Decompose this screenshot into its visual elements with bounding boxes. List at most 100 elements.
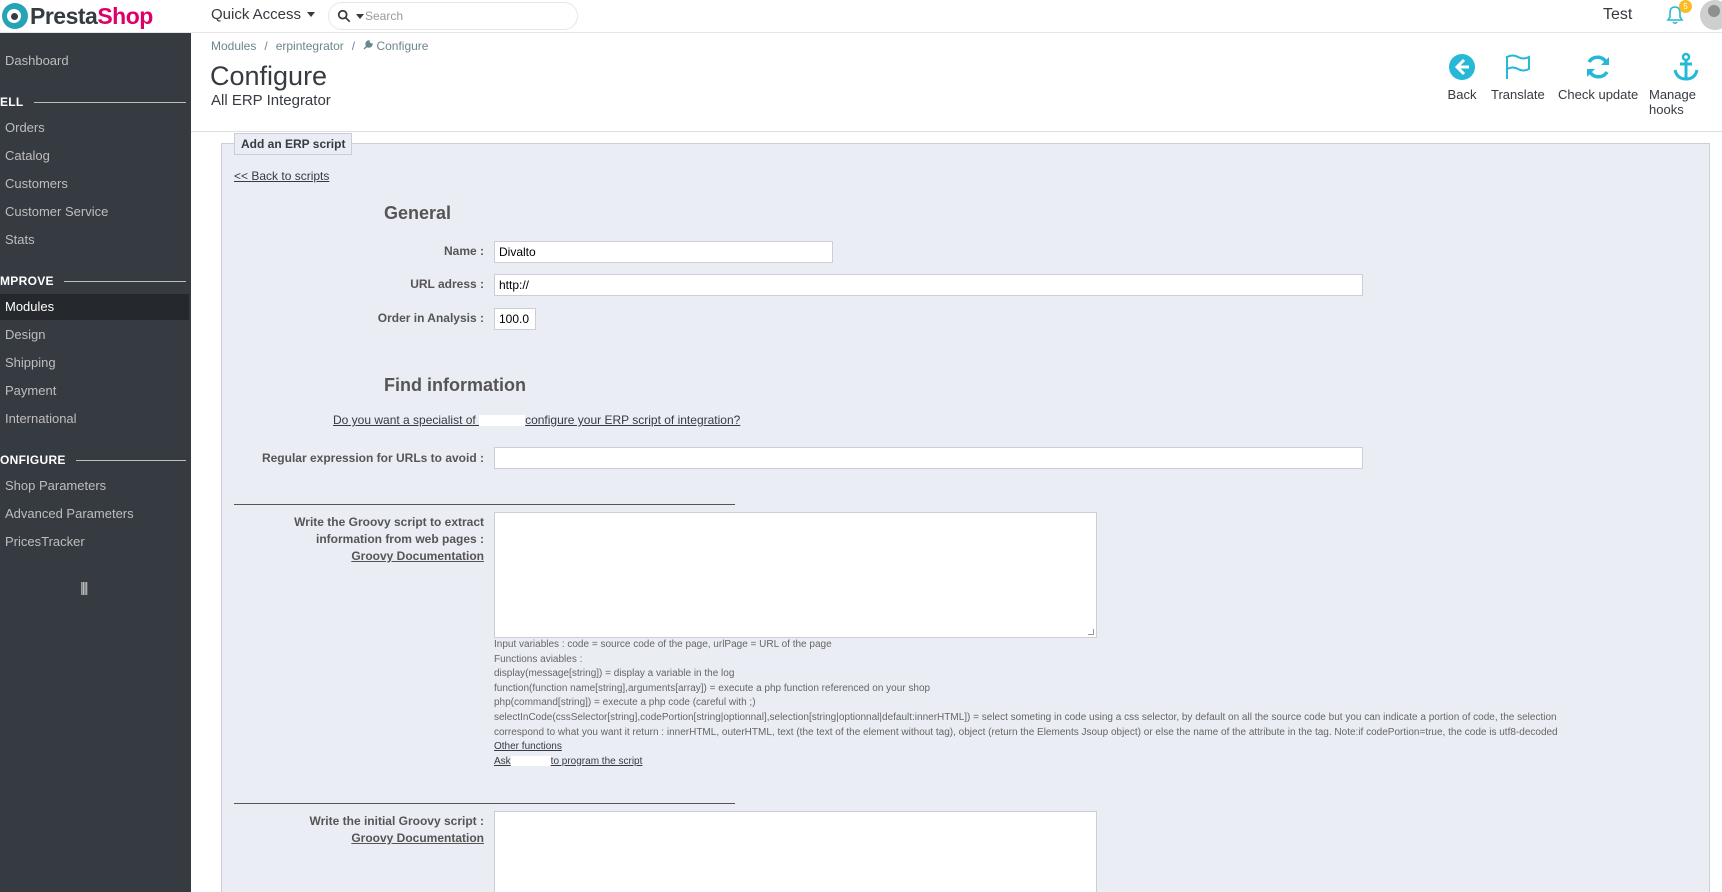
logo-text: PrestaShop [30, 3, 153, 30]
divider [191, 131, 1722, 132]
sidebar-item-modules[interactable]: Modules [0, 294, 189, 320]
check-update-button[interactable]: Check update [1558, 52, 1638, 102]
sidebar-item-design[interactable]: Design [0, 322, 189, 348]
search-input[interactable] [365, 9, 555, 23]
sidebar-item-advanced-parameters[interactable]: Advanced Parameters [0, 501, 189, 527]
ask-link-text: Ask [494, 755, 511, 767]
prestashop-logo[interactable]: PrestaShop [0, 2, 153, 30]
ask-specialist-link[interactable]: Ask to program the script [494, 755, 1694, 770]
sidebar-section-label: ELL [0, 95, 24, 109]
sidebar-item-catalog[interactable]: Catalog [0, 143, 189, 169]
initial-script-label: Write the initial Groovy script : Groovy… [234, 813, 484, 847]
divider [75, 459, 186, 461]
refresh-icon [1587, 55, 1610, 79]
chevron-down-icon [356, 13, 364, 19]
divider [33, 101, 186, 103]
breadcrumb-item-module[interactable]: erpintegrator [276, 39, 344, 53]
help-line: correspond to what you want it return : … [494, 726, 1558, 738]
sidebar-item-payment[interactable]: Payment [0, 378, 189, 404]
sidebar-section-label: MPROVE [0, 274, 54, 288]
general-section-title: General [384, 203, 452, 223]
redacted-text [510, 756, 551, 767]
notification-count-badge: 5 [1679, 0, 1692, 13]
order-label: Order in Analysis : [377, 311, 484, 325]
divider [234, 504, 735, 505]
specialist-link-text: Do you want a specialist of [333, 413, 480, 427]
back-button[interactable]: Back [1447, 52, 1477, 102]
prestashop-logo-icon [2, 3, 28, 29]
sidebar-section-sell: ELL [0, 94, 186, 110]
sidebar-item-pricestracker[interactable]: PricesTracker [0, 529, 189, 555]
groovy-script-label: Write the Groovy script to extract infor… [234, 514, 484, 565]
anchor-icon [1673, 52, 1698, 81]
groovy-script-textarea[interactable] [494, 512, 1097, 638]
initial-script-textarea[interactable] [494, 811, 1097, 892]
avatar[interactable] [1700, 0, 1722, 30]
specialist-link[interactable]: Do you want a specialist of configure yo… [333, 413, 740, 427]
quick-access-label: Quick Access [211, 6, 302, 23]
page-subtitle: All ERP Integrator [211, 92, 331, 109]
top-header: PrestaShop Quick Access Test 5 [0, 0, 1722, 33]
sidebar: Dashboard ELL Orders Catalog Customers C… [0, 33, 191, 892]
help-line: php(command[string]) = execute a php cod… [494, 697, 756, 709]
name-field[interactable]: Divalto [494, 241, 833, 263]
search-bar [328, 2, 578, 30]
groovy-documentation-link[interactable]: Groovy Documentation [234, 548, 484, 565]
sidebar-section-improve: MPROVE [0, 273, 186, 289]
breadcrumb: Modules / erpintegrator / Configure [211, 39, 428, 53]
groovy-script-help: Input variables : code = source code of … [494, 638, 1694, 769]
breadcrumb-item-configure: Configure [363, 39, 428, 53]
logo-text-part2: Shop [97, 2, 153, 29]
panel-legend: Add an ERP script [234, 133, 353, 155]
collapse-sidebar-icon[interactable]: |||| [80, 579, 88, 595]
breadcrumb-separator: / [351, 39, 356, 53]
sidebar-item-customers[interactable]: Customers [0, 171, 189, 197]
find-information-section-title: Find information [384, 375, 526, 395]
wrench-icon [363, 40, 373, 50]
name-label: Name : [443, 244, 484, 258]
order-field[interactable]: 100.0 [494, 308, 536, 330]
manage-hooks-button[interactable]: Manage hooks [1649, 52, 1722, 117]
breadcrumb-item-modules[interactable]: Modules [211, 39, 256, 53]
url-field[interactable]: http:// [494, 274, 1363, 296]
manage-hooks-button-label: Manage hooks [1649, 87, 1696, 117]
quick-access-dropdown[interactable]: Quick Access [211, 6, 316, 23]
flag-icon [1505, 54, 1530, 79]
groovy-script-label-line1: Write the Groovy script to extract [294, 515, 484, 529]
back-to-scripts-link[interactable]: << Back to scripts [234, 169, 329, 183]
search-type-button[interactable] [329, 9, 365, 23]
help-line: function(function name[string],arguments… [494, 682, 931, 694]
divider [63, 280, 186, 282]
check-update-button-label: Check update [1558, 87, 1639, 102]
search-icon [337, 9, 351, 23]
breadcrumb-separator: / [264, 39, 268, 53]
ask-link-text: to program the script [550, 755, 643, 767]
sidebar-item-international[interactable]: International [0, 406, 189, 432]
initial-script-label-text: Write the initial Groovy script : [309, 814, 484, 828]
logo-text-part1: Presta [30, 2, 98, 29]
sidebar-item-stats[interactable]: Stats [0, 227, 189, 253]
url-label: URL adress : [410, 277, 484, 291]
specialist-link-text: configure your ERP script of integration… [525, 413, 741, 427]
regex-field[interactable] [494, 447, 1363, 469]
sidebar-item-shipping[interactable]: Shipping [0, 350, 189, 376]
groovy-script-label-line2: information from web pages : [315, 532, 484, 546]
translate-button-label: Translate [1491, 87, 1545, 102]
groovy-documentation-link[interactable]: Groovy Documentation [234, 830, 484, 847]
sidebar-item-orders[interactable]: Orders [0, 115, 189, 141]
sidebar-item-dashboard[interactable]: Dashboard [0, 48, 189, 74]
sidebar-section-label: ONFIGURE [0, 453, 66, 467]
breadcrumb-current-label: Configure [376, 39, 429, 53]
other-functions-link[interactable]: Other functions [494, 740, 1694, 755]
resize-handle-icon[interactable] [1088, 629, 1094, 635]
sidebar-item-customer-service[interactable]: Customer Service [0, 199, 189, 225]
back-arrow-icon [1449, 54, 1475, 80]
divider [234, 803, 735, 804]
page-title: Configure [210, 61, 328, 91]
shop-name-link[interactable]: Test [1603, 6, 1632, 24]
chevron-down-icon [307, 12, 316, 17]
sidebar-item-shop-parameters[interactable]: Shop Parameters [0, 473, 189, 499]
help-line: display(message[string]) = display a var… [494, 668, 735, 680]
back-button-label: Back [1447, 87, 1477, 102]
translate-button[interactable]: Translate [1491, 52, 1545, 102]
